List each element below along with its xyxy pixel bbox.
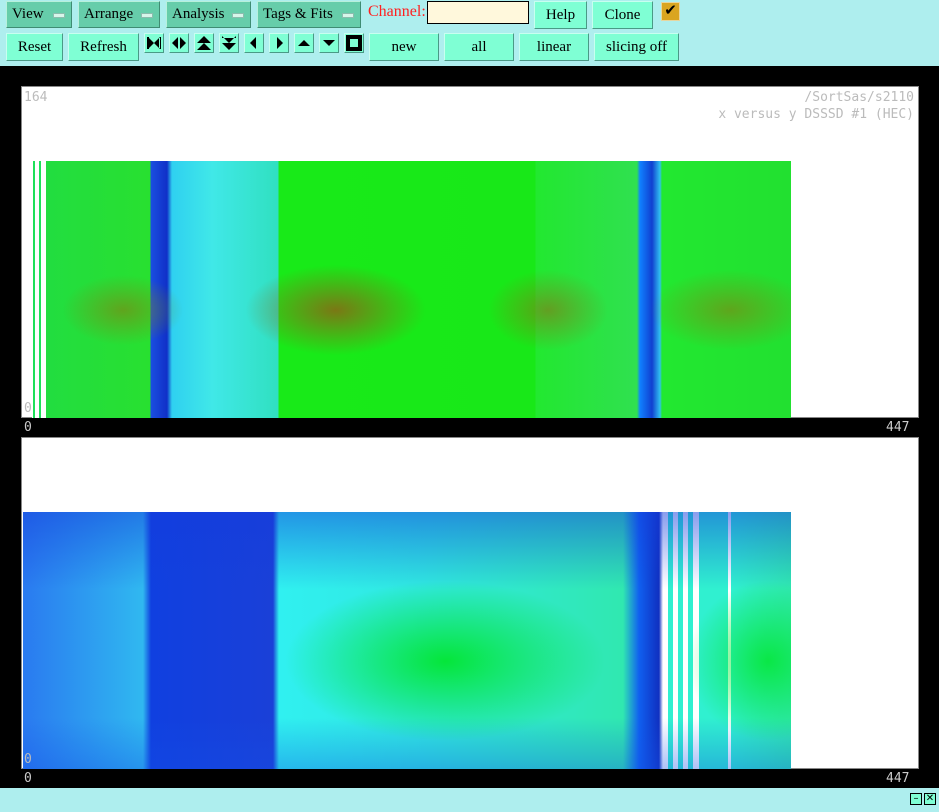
linear-button[interactable]: linear: [519, 33, 589, 61]
down-icon[interactable]: [319, 33, 339, 53]
y-min-label: 0: [24, 752, 32, 767]
new-button[interactable]: new: [369, 33, 439, 61]
menu-indicator-icon: [53, 13, 65, 18]
path-label: /SortSas/s2110: [804, 90, 914, 105]
x-max-label-2: 447: [886, 771, 910, 786]
minimize-button[interactable]: –: [910, 793, 922, 805]
checkbox[interactable]: ✔: [661, 2, 680, 21]
all-button[interactable]: all: [444, 33, 514, 61]
refresh-button[interactable]: Refresh: [68, 33, 139, 61]
expand-horizontal-icon[interactable]: [144, 33, 164, 53]
clone-button[interactable]: Clone: [592, 1, 653, 29]
y-min-label: 0: [24, 401, 32, 416]
left-icon[interactable]: [244, 33, 264, 53]
y-max-label: 164: [24, 90, 48, 105]
menu-indicator-icon: [342, 13, 354, 18]
analysis-menu[interactable]: Analysis: [166, 1, 251, 28]
contract-horizontal-icon[interactable]: [169, 33, 189, 53]
arrange-menu-label: Arrange: [84, 6, 134, 22]
status-bar: – ✕: [0, 788, 939, 812]
view-menu-label: View: [12, 6, 44, 22]
menu-indicator-icon: [232, 13, 244, 18]
expand-vertical-icon[interactable]: [194, 33, 214, 53]
arrange-menu[interactable]: Arrange: [78, 1, 160, 28]
spectrum-panel-1[interactable]: 164 /SortSas/s2110 x versus y DSSSD #1 (…: [21, 86, 919, 418]
contract-vertical-icon[interactable]: [219, 33, 239, 53]
histogram-title: x versus y DSSSD #1 (HEC): [718, 107, 914, 122]
x-min-label-2: 0: [24, 771, 32, 786]
slicing-button[interactable]: slicing off: [594, 33, 679, 61]
tags-fits-menu-label: Tags & Fits: [263, 6, 333, 22]
channel-label: Channel:: [368, 3, 426, 20]
reset-button[interactable]: Reset: [6, 33, 63, 61]
menu-indicator-icon: [141, 13, 153, 18]
heatmap-1[interactable]: [32, 161, 791, 418]
x-min-label-1: 0: [24, 420, 32, 435]
heatmap-2[interactable]: [23, 512, 791, 769]
tags-fits-menu[interactable]: Tags & Fits: [257, 1, 361, 28]
channel-input[interactable]: [427, 1, 529, 24]
view-menu[interactable]: View: [6, 1, 72, 28]
right-icon[interactable]: [269, 33, 289, 53]
close-button[interactable]: ✕: [924, 793, 936, 805]
full-view-icon[interactable]: [344, 33, 364, 53]
checkmark-icon: ✔: [664, 3, 677, 19]
spectrum-panel-2[interactable]: 0: [21, 437, 919, 769]
x-max-label-1: 447: [886, 420, 910, 435]
analysis-menu-label: Analysis: [172, 6, 225, 22]
up-icon[interactable]: [294, 33, 314, 53]
help-button[interactable]: Help: [534, 1, 587, 29]
toolbar: View Arrange Analysis Tags & Fits Channe…: [0, 0, 939, 66]
